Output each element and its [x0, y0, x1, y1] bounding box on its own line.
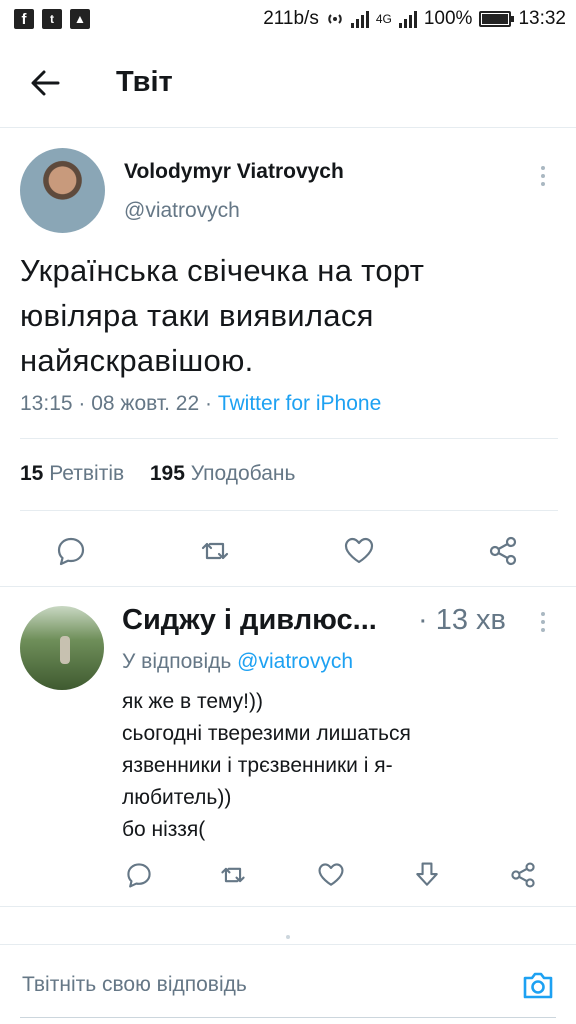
compose-bar: Твітніть свою відповідь	[0, 944, 576, 1024]
section-divider	[0, 906, 576, 907]
page-title: Твіт	[116, 66, 173, 98]
battery-icon	[479, 11, 515, 27]
tweet-stats: 15 Ретвітів 195 Уподобань	[20, 462, 295, 486]
replying-to: У відповідь @viatrovych	[122, 650, 353, 674]
tweet-time: 13:15	[20, 392, 73, 415]
input-underline	[20, 1017, 556, 1018]
network-type: 4G	[375, 12, 392, 26]
divider	[20, 438, 558, 439]
likes-count: 195	[149, 462, 185, 485]
clock: 13:32	[518, 8, 566, 29]
reply-line: язвенники і трєзвенники і я-	[122, 754, 393, 777]
retweet-icon[interactable]	[218, 860, 248, 890]
like-icon[interactable]	[342, 534, 376, 568]
network-speed: 211b/s	[263, 8, 319, 29]
reply-actions	[120, 856, 550, 896]
reply-line: як же в тему!))	[122, 690, 264, 713]
signal-icon-2	[398, 10, 417, 28]
reply-icon[interactable]	[54, 534, 88, 568]
camera-icon[interactable]	[520, 967, 556, 1003]
reply-text: як же в тему!)) сьогодні тверезими лишат…	[122, 686, 452, 846]
twitter-icon: t	[42, 9, 62, 29]
battery-percent: 100%	[423, 8, 473, 29]
section-divider	[0, 586, 576, 587]
reply-line: любитель))	[122, 786, 232, 809]
likes-label: Уподобань	[190, 462, 296, 485]
share-icon[interactable]	[486, 534, 520, 568]
tweet-actions	[20, 528, 558, 572]
replying-to-handle[interactable]: @viatrovych	[237, 650, 353, 673]
retweets-count: 15	[20, 462, 44, 485]
back-arrow-icon	[31, 70, 60, 95]
retweets-label: Ретвітів	[49, 462, 125, 485]
author-handle[interactable]: @viatrovych	[124, 199, 240, 223]
reply-input[interactable]: Твітніть свою відповідь	[22, 973, 247, 997]
scroll-indicator	[286, 935, 290, 939]
reply-line: бо ніззя(	[122, 818, 206, 841]
facebook-icon: f	[14, 9, 34, 29]
reply-more-options-icon[interactable]	[536, 610, 550, 634]
more-options-icon[interactable]	[536, 164, 550, 188]
meta-separator: ·	[205, 392, 218, 415]
reply-line: сьогодні тверезими лишаться	[122, 722, 411, 745]
signal-icon	[350, 10, 369, 28]
replying-prefix: У відповідь	[122, 650, 232, 673]
tweet-source-link[interactable]: Twitter for iPhone	[218, 392, 381, 415]
divider	[20, 510, 558, 511]
like-icon[interactable]	[316, 860, 346, 890]
avatar[interactable]	[20, 148, 105, 233]
reply-icon[interactable]	[124, 860, 154, 890]
notification-icons: f t ▲	[14, 9, 90, 29]
back-button[interactable]	[0, 38, 90, 128]
retweets-stat[interactable]: 15 Ретвітів	[20, 462, 124, 485]
likes-stat[interactable]: 195 Уподобань	[150, 462, 296, 485]
reply-time: · 13 хв	[418, 604, 506, 636]
meta-separator: ·	[78, 392, 92, 415]
tweet-text: Українська свічечка на торт ювіляра таки…	[20, 253, 425, 378]
wifi-hotspot-icon	[328, 14, 342, 24]
reply-time-value: 13 хв	[435, 604, 506, 636]
author-name[interactable]: Volodymyr Viatrovych	[124, 160, 344, 184]
share-icon[interactable]	[508, 860, 538, 890]
image-icon: ▲	[70, 9, 90, 29]
reply-author-name[interactable]: Сиджу і дивлюс...	[122, 604, 412, 637]
status-bar: f t ▲ 211b/s 4G 100% 13:32	[0, 0, 576, 38]
retweet-icon[interactable]	[198, 534, 232, 568]
top-bar: Твіт	[0, 38, 576, 128]
download-icon[interactable]	[412, 860, 442, 890]
tweet-meta: 13:15 · 08 жовт. 22 · Twitter for iPhone	[20, 392, 381, 416]
reply-avatar[interactable]	[20, 606, 104, 690]
tweet-date: 08 жовт. 22	[91, 392, 200, 415]
